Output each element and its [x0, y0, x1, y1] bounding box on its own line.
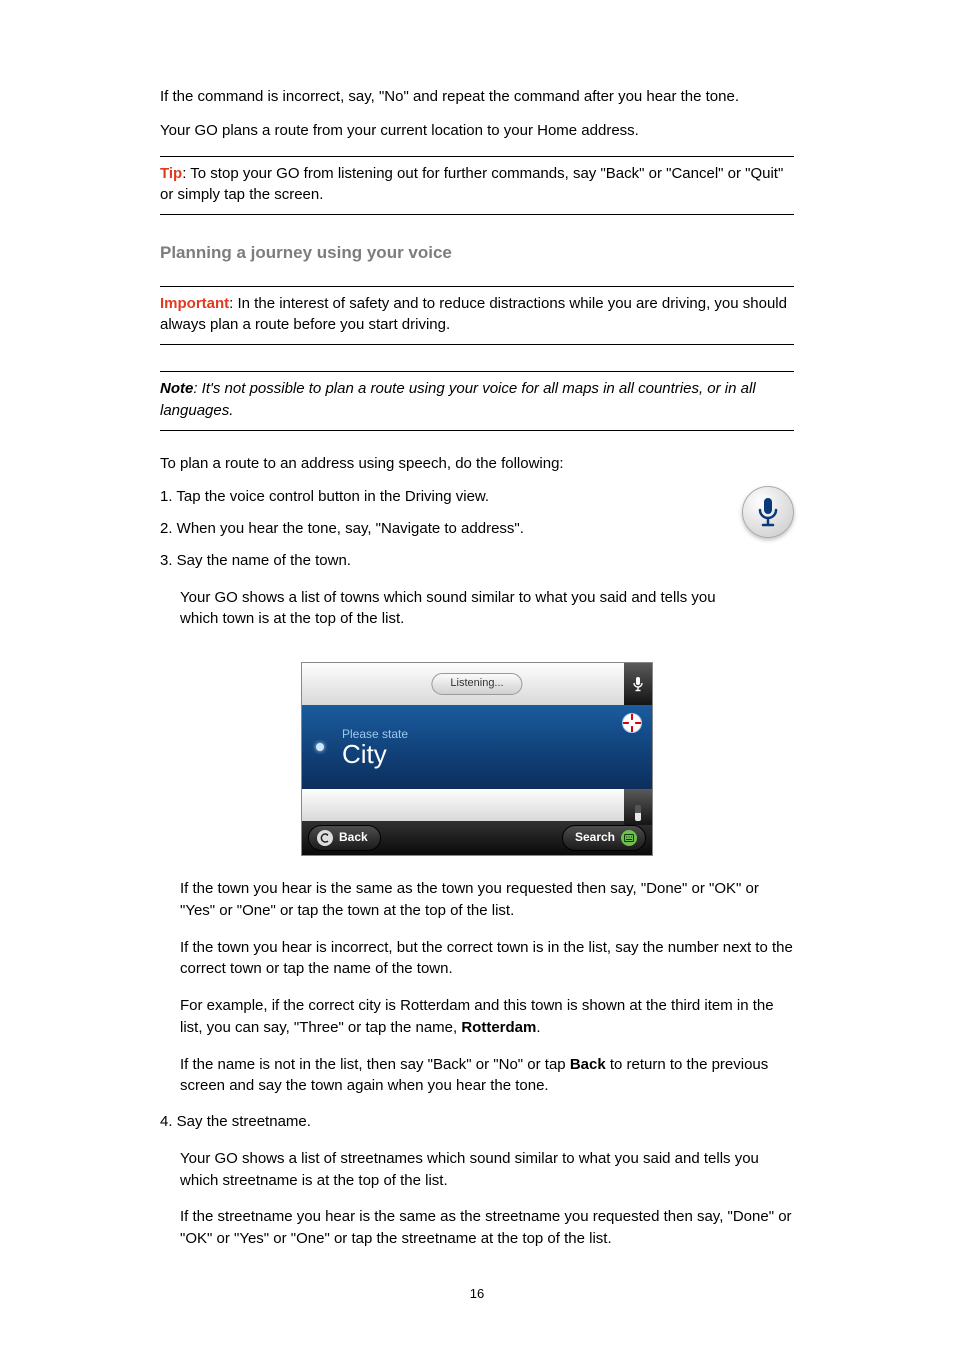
- step-3-body: Your GO shows a list of towns which soun…: [180, 587, 794, 631]
- step-3-body: If the town you hear is incorrect, but t…: [180, 937, 794, 981]
- step-1: 1. Tap the voice control button in the D…: [160, 486, 794, 508]
- body-text: If the command is incorrect, say, "No" a…: [160, 86, 794, 108]
- body-text: Your GO plans a route from your current …: [160, 120, 794, 142]
- device-top-mic-icon: [624, 663, 652, 705]
- section-heading: Planning a journey using your voice: [160, 241, 794, 266]
- bold-example-town: Rotterdam: [461, 1019, 536, 1036]
- volume-indicator-icon: [624, 789, 652, 825]
- step-3-body: If the town you hear is the same as the …: [180, 878, 794, 922]
- search-button[interactable]: Search: [562, 825, 646, 850]
- device-mid-panel: Please state City: [302, 705, 652, 789]
- bold-back: Back: [570, 1056, 606, 1073]
- back-arrow-icon: [317, 830, 333, 846]
- page-number: 16: [0, 1285, 954, 1304]
- step-4-body: If the streetname you hear is the same a…: [180, 1206, 794, 1250]
- step-3: 3. Say the name of the town.: [160, 550, 794, 572]
- device-strip: [302, 789, 652, 821]
- step-4: 4. Say the streetname.: [160, 1111, 794, 1133]
- step-3-body: For example, if the correct city is Rott…: [180, 995, 794, 1039]
- note-label: Note: [160, 380, 193, 397]
- back-button-label: Back: [339, 829, 368, 846]
- step-3-body: If the name is not in the list, then say…: [180, 1054, 794, 1098]
- note-box: Note: It's not possible to plan a route …: [160, 371, 794, 431]
- listening-indicator: Listening...: [431, 673, 522, 695]
- keyboard-icon: [621, 830, 637, 846]
- prompt-large-text: City: [342, 741, 408, 767]
- flag-icon: [622, 713, 642, 733]
- step-2: 2. When you hear the tone, say, "Navigat…: [160, 518, 794, 540]
- sound-dot-icon: [316, 743, 324, 751]
- device-screenshot: Listening... Please state City: [301, 662, 653, 856]
- device-top-bar: Listening...: [302, 663, 652, 705]
- search-button-label: Search: [575, 829, 615, 846]
- page: If the command is incorrect, say, "No" a…: [0, 0, 954, 1350]
- device-bottom-bar: Back Search: [302, 821, 652, 855]
- microphone-icon: [742, 486, 794, 538]
- tip-box: Tip: To stop your GO from listening out …: [160, 156, 794, 216]
- tip-text: : To stop your GO from listening out for…: [160, 165, 783, 204]
- back-button[interactable]: Back: [308, 825, 381, 850]
- lead-text: To plan a route to an address using spee…: [160, 453, 794, 475]
- important-label: Important: [160, 295, 229, 312]
- tip-label: Tip: [160, 165, 182, 182]
- step-4-body: Your GO shows a list of streetnames whic…: [180, 1148, 794, 1192]
- important-box: Important: In the interest of safety and…: [160, 286, 794, 346]
- important-text: : In the interest of safety and to reduc…: [160, 295, 787, 334]
- note-text: : It's not possible to plan a route usin…: [160, 380, 756, 419]
